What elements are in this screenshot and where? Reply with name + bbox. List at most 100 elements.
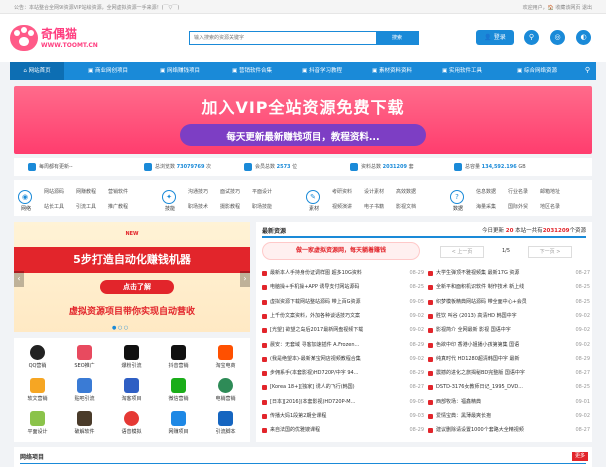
list-item[interactable]: [日本][2016](本套影视)HD720P-M... 09-05	[262, 397, 426, 408]
file-icon	[428, 285, 433, 291]
nav-tools[interactable]: ▣ 实用软件工具	[430, 62, 494, 80]
theme-icon[interactable]: ◐	[576, 30, 591, 45]
settings-icon[interactable]: ◎	[550, 30, 565, 45]
list-item-title: 纯真时代 HD1280超清韩国中字 最新	[436, 355, 520, 362]
app-seo[interactable]: SEO推广	[61, 340, 108, 373]
app-fans[interactable]: 爆粉引流	[108, 340, 155, 373]
top-links[interactable]: 欢迎用户，🏠 收藏该网页 退出	[523, 4, 592, 11]
vip-banner[interactable]: 加入VIP全站资源免费下载 每天更新最新赚钱项目，教程资料...	[14, 86, 592, 154]
nav-search-icon[interactable]: ⚲	[585, 66, 590, 74]
slider-cta-button[interactable]: 点击了解	[100, 280, 174, 294]
list-item-date: 09-02	[409, 327, 424, 334]
list-item-title: 最新本人手持身份证调样图 超多10G资料	[270, 270, 362, 276]
list-item[interactable]: 晨安：无套域 寻客加速插件 A.Frozen... 08-29	[262, 340, 426, 351]
list-item[interactable]: 虚拟资源下载网站整站源码 带上百G资源 09-05	[262, 297, 426, 308]
list-item[interactable]: 电脑操+手机操+APP 诱导支付网站源码 08-25	[262, 282, 426, 293]
list-item[interactable]: 上千份文案资料，外加各种谈话技巧文案 09-02	[262, 311, 426, 322]
list-item[interactable]: 大学生弹顶不雅视频集 最新17G 资源 08-27	[428, 268, 592, 279]
site-logo[interactable]: 奇偶猫 WWW.TOOMT.CN	[10, 25, 100, 55]
prev-page-button[interactable]: < 上一页	[440, 246, 484, 258]
list-item-title: 建议删除请设置1000个套路大全精视频	[436, 427, 524, 434]
list-item[interactable]: 建议删除请设置1000个套路大全精视频 08-27	[428, 425, 592, 436]
list-item-date: 09-01	[575, 398, 590, 405]
login-button[interactable]: 👤 登录	[476, 30, 514, 45]
list-item-date: 09-05	[409, 298, 424, 305]
list-item-title: [日本][2016](本套影视)HD720P-M...	[270, 398, 356, 405]
section-network-projects: 网络项目 更多	[14, 447, 592, 467]
taoke-icon	[124, 378, 139, 393]
promo-slider[interactable]: NEW 5步打造自动化赚钱机器 点击了解 虚拟资源项目带你实现自动营收 ‹ ›	[14, 222, 250, 332]
file-icon	[428, 342, 433, 348]
nav-douyin[interactable]: ▣ 抖音学习教程	[290, 62, 354, 80]
hot-banner-button[interactable]: 做一家虚拟资源网，每天躺着赚钱	[262, 242, 420, 260]
top-bar: 公告：本站整合全网9I资源VIP站绘资源，全网虚拟资源一手来源！(￣▽￣) 欢迎…	[0, 0, 606, 14]
list-item[interactable]: [Korea 18+][独家] 诱人的飞行(韩国) 08-27	[262, 382, 426, 393]
nav-materials[interactable]: ▣ 素材资料资料	[360, 62, 424, 80]
list-item[interactable]: (我是绝望本)-最新某宝网店视频教程合集 09-02	[262, 354, 426, 365]
more-button[interactable]: 更多	[572, 452, 588, 461]
file-icon	[262, 385, 267, 391]
list-item[interactable]: [光望] 欲望之岛后2017最新网盘视频下载 09-02	[262, 325, 426, 336]
list-item-title: 影视简介 全网最新 影视 国语中字	[436, 327, 511, 334]
app-crack[interactable]: 破解软件	[61, 406, 108, 439]
list-item[interactable]: 爱情宝典：黑薄最爽长孢 09-02	[428, 411, 592, 422]
nav-marketing-software[interactable]: ▣ 营销软件合集	[220, 62, 284, 80]
list-item[interactable]: 影视简介 全网最新 影视 国语中字 09-02	[428, 325, 592, 336]
panel-summary: 今日更新 20 本站一共有2031209个资源	[482, 228, 586, 234]
slider-dots[interactable]: ● ○ ○	[112, 325, 128, 331]
paw-logo-icon	[10, 25, 38, 51]
file-icon	[262, 271, 267, 276]
stat-capacity: 总容量 134,592.196 GB	[454, 158, 526, 176]
list-item[interactable]: 步佣系手(本套影视)HD720P/中字 94... 08-29	[262, 368, 426, 379]
nav-home[interactable]: ⌂ 网站首页	[10, 62, 64, 80]
slider-prev-icon[interactable]: ‹	[14, 271, 24, 287]
app-voice[interactable]: 语音模拟	[108, 406, 155, 439]
list-item[interactable]: 全新平和面积机识软件 制作技术 新上线 08-25	[428, 282, 592, 293]
app-design[interactable]: 平面设计	[14, 406, 61, 439]
file-icon	[262, 328, 267, 334]
list-item[interactable]: 胜饮 叫谷 (2013) 高清HD 韩国中字 09-02	[428, 311, 592, 322]
category-grid: ◉ 网络 网站源码 网赚教程 营销软件 站长工具 引流工具 推广教程 ✦ 技能 …	[14, 180, 592, 216]
app-douyin[interactable]: 抖音营销	[155, 340, 202, 373]
next-page-button[interactable]: 下一页 >	[528, 246, 572, 258]
banner-title: 加入VIP全站资源免费下载	[201, 98, 405, 117]
project-icon	[171, 411, 186, 426]
list-item[interactable]: 西部牧场：福鑫精典 09-01	[428, 397, 592, 408]
stat-resources: 资料总数 2031209 套	[350, 158, 414, 176]
list-item-date: 08-27	[575, 370, 590, 377]
file-icon	[428, 414, 433, 419]
search-icon[interactable]: ⚲	[524, 30, 539, 45]
nav-make-money[interactable]: ▣ 网络赚钱项目	[148, 62, 212, 80]
list-item[interactable]: 传播大妈1段第2期全课程 09-03	[262, 411, 426, 422]
list-item[interactable]: 震撼的进化之旅揭秘BD完整版 国语中字 08-27	[428, 368, 592, 379]
list-item-title: 色欲中印 香港小姐播小孩第第集 国语	[436, 341, 520, 348]
app-taobao[interactable]: 淘宝电商	[202, 340, 249, 373]
list-item-date: 08-27	[409, 384, 424, 391]
app-script[interactable]: 引流脚本	[202, 406, 249, 439]
app-phone-sales[interactable]: 电销营销	[202, 373, 249, 406]
app-article[interactable]: 软文营销	[14, 373, 61, 406]
app-qq[interactable]: QQ营销	[14, 340, 61, 373]
slider-next-icon[interactable]: ›	[240, 271, 250, 287]
file-icon	[428, 271, 433, 276]
list-item-date: 08-29	[409, 270, 424, 276]
list-item-date: 08-27	[575, 427, 590, 434]
list-item[interactable]: 最新本人手持身份证调样图 超多10G资料 08-29	[262, 268, 426, 279]
search-input[interactable]	[190, 32, 376, 44]
app-taoke[interactable]: 淘客项目	[108, 373, 155, 406]
banner-subtitle: 每天更新最新赚钱项目，教程资料...	[226, 132, 380, 143]
nav-business[interactable]: ▣ 商业网创项目	[76, 62, 140, 80]
list-item[interactable]: 纯真时代 HD1280超清韩国中字 最新 08-29	[428, 354, 592, 365]
file-icon	[262, 371, 267, 377]
app-wechat[interactable]: 微信营销	[155, 373, 202, 406]
list-item[interactable]: 来自法国的优雅嫂课程 08-29	[262, 425, 426, 436]
app-tieba[interactable]: 贴吧引流	[61, 373, 108, 406]
announcement-text: 公告：本站整合全网9I资源VIP站绘资源，全网虚拟资源一手来源！(￣▽￣)	[14, 5, 180, 11]
nav-resources[interactable]: ▣ 综合网络资源	[504, 62, 570, 80]
list-item[interactable]: 色欲中印 香港小姐播小孩第第集 国语 09-02	[428, 340, 592, 351]
search-button[interactable]: 搜索	[376, 32, 418, 44]
list-item-date: 08-25	[575, 298, 590, 305]
list-item[interactable]: DSTD-3176女教师日记_1995_DVD... 08-25	[428, 382, 592, 393]
app-money-project[interactable]: 网赚项目	[155, 406, 202, 439]
list-item[interactable]: 织梦模板精典网站源码 带全面中心+会员 08-25	[428, 297, 592, 308]
